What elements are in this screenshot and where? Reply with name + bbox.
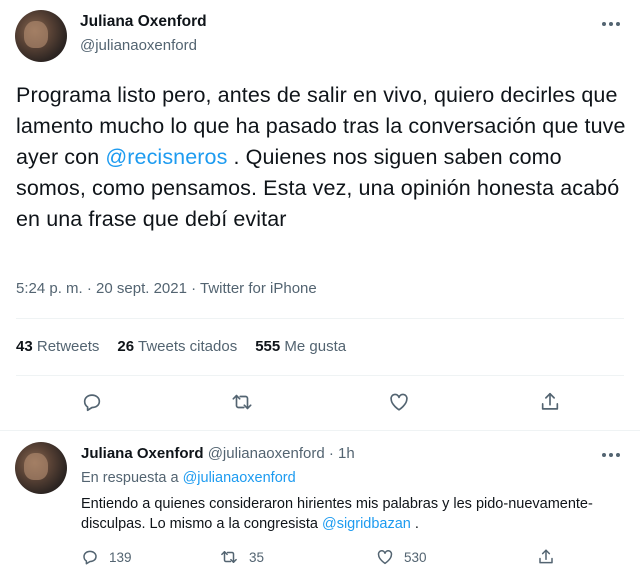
divider [16, 318, 624, 319]
more-options-button[interactable] [598, 445, 624, 465]
avatar[interactable] [15, 10, 67, 62]
likes-label: Me gusta [284, 338, 347, 355]
reply-time[interactable]: · 1h [329, 445, 355, 462]
replying-prefix: En respuesta a [81, 470, 183, 486]
quotes-count: 26 [117, 338, 135, 355]
retweets-count: 35 [249, 549, 265, 565]
retweets-stat[interactable]: 43 Retweets [16, 338, 99, 355]
like-icon [390, 393, 408, 411]
avatar[interactable] [15, 442, 67, 494]
reply-button[interactable]: 139 [81, 548, 132, 566]
likes-count: 555 [255, 338, 281, 355]
retweet-icon [221, 551, 237, 563]
reply-icon [83, 394, 101, 412]
author-handle[interactable]: @julianaoxenford [80, 37, 197, 54]
quotes-stat[interactable]: 26 Tweets citados [117, 338, 237, 355]
more-dots-icon [602, 453, 606, 457]
share-icon [539, 549, 553, 564]
more-dot [609, 453, 613, 457]
quotes-label: Tweets citados [137, 338, 238, 355]
more-options-button[interactable] [598, 14, 624, 34]
more-dots-icon [602, 22, 606, 26]
replying-to-link[interactable]: @julianaoxenford [183, 470, 296, 486]
replying-to: En respuesta a @julianaoxenford [81, 470, 296, 486]
reply-tweet[interactable]: Juliana Oxenford @julianaoxenford · 1h E… [0, 430, 640, 575]
main-tweet: Juliana Oxenford @julianaoxenford Progra… [0, 0, 640, 430]
reply-actions: 139 35 530 [81, 548, 621, 570]
retweet-icon [232, 394, 252, 410]
likes-count: 530 [404, 549, 427, 565]
mention-link[interactable]: @recisneros [105, 145, 227, 169]
share-icon [541, 392, 559, 410]
retweets-count: 43 [16, 338, 33, 355]
likes-stat[interactable]: 555 Me gusta [255, 338, 346, 355]
reply-text-part2: . [410, 516, 419, 532]
reply-text: Entiendo a quienes consideraron hiriente… [81, 494, 621, 534]
share-button[interactable] [537, 548, 555, 566]
more-dot [616, 453, 620, 457]
author-name[interactable]: Juliana Oxenford [80, 13, 207, 31]
tweet-text: Programa listo pero, antes de salir en v… [16, 80, 628, 235]
like-icon [377, 550, 393, 565]
like-button[interactable]: 530 [376, 548, 427, 566]
tweet-actions [0, 388, 640, 418]
retweet-button[interactable]: 35 [219, 548, 264, 566]
reply-header: Juliana Oxenford @julianaoxenford · 1h [81, 445, 355, 462]
tweet-stats: 43 Retweets 26 Tweets citados 555 Me gus… [16, 338, 346, 355]
retweets-label: Retweets [36, 338, 100, 355]
reply-button[interactable] [78, 388, 106, 416]
tweet-timestamp[interactable]: 5:24 p. m. · 20 sept. 2021 · Twitter for… [16, 280, 317, 297]
like-button[interactable] [385, 388, 413, 416]
more-dot [616, 22, 620, 26]
mention-link[interactable]: @sigridbazan [322, 516, 411, 532]
replies-count: 139 [109, 549, 132, 565]
more-dot [609, 22, 613, 26]
author-name[interactable]: Juliana Oxenford [81, 445, 204, 462]
author-handle[interactable]: @julianaoxenford [208, 445, 325, 462]
share-button[interactable] [536, 388, 564, 416]
retweet-button[interactable] [228, 388, 256, 416]
reply-icon [83, 550, 97, 565]
divider [16, 375, 624, 376]
